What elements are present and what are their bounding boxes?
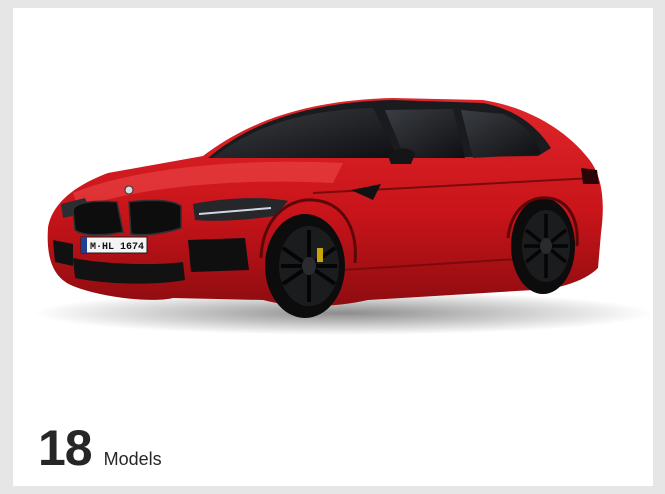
front-intake-left (53, 240, 73, 266)
front-intake-right (188, 238, 249, 272)
license-plate-text: M·HL 1674 (90, 242, 144, 253)
taillight (581, 168, 599, 184)
model-count-number: 18 (38, 420, 93, 476)
brand-badge (124, 185, 134, 195)
car-image: M·HL 1674 (33, 98, 653, 335)
kidney-grille-left (72, 200, 124, 236)
model-count: 18 Models (38, 423, 162, 473)
model-series-card[interactable]: M·HL 1674 18 Models (13, 8, 653, 486)
model-count-label: Models (103, 449, 162, 469)
rear-wheel (511, 198, 575, 294)
front-wheel (265, 214, 345, 318)
kidney-grille-right (128, 199, 182, 236)
